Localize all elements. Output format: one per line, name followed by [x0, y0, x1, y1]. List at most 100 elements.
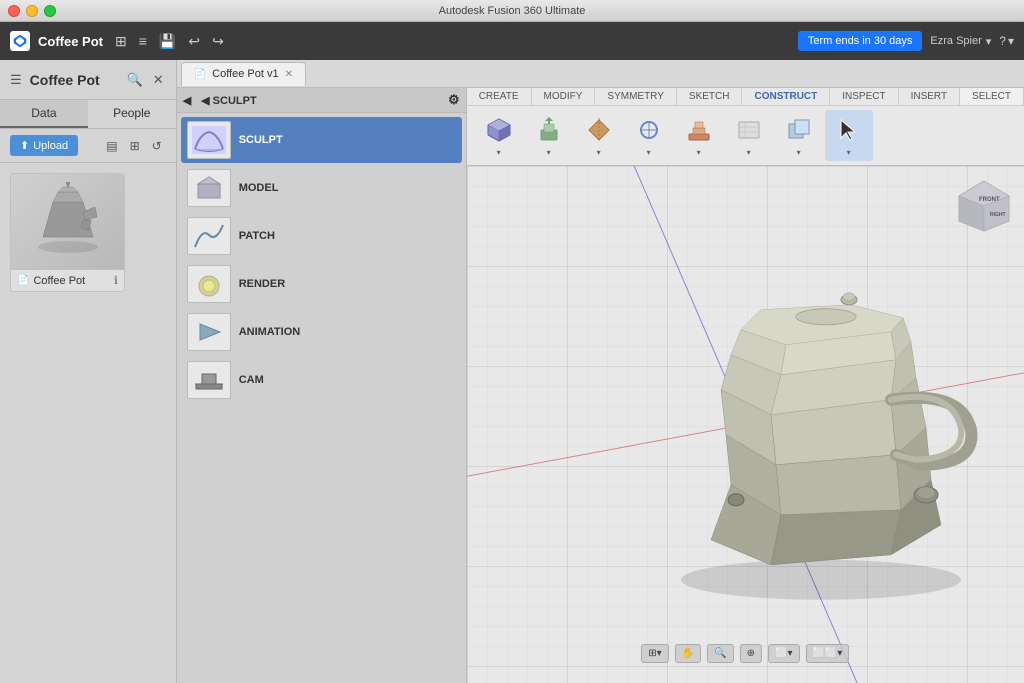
view-buttons: ▤ ⊞ ↺ [102, 137, 165, 155]
section-sketch[interactable]: SKETCH [677, 88, 743, 105]
pan-button[interactable]: ✋ [675, 644, 701, 663]
tool-construct[interactable]: ▾ [675, 110, 723, 161]
inspect-icon [733, 114, 765, 146]
symmetry-icon [583, 114, 615, 146]
tool-select[interactable]: ▾ [825, 110, 873, 161]
zoom-fit-button[interactable]: ⊕ [740, 644, 762, 663]
tool-create-box[interactable]: ▾ [475, 110, 523, 161]
viewport-cube[interactable]: FRONT RIGHT [954, 176, 1014, 236]
model-thumbnail [187, 169, 231, 207]
sidebar-back-icon[interactable]: ☰ [10, 72, 22, 88]
refresh-button[interactable]: ↺ [148, 137, 166, 155]
nav-toolbar[interactable]: ⊞ ≡ 💾 ↩ ↪ [111, 29, 228, 54]
section-construct[interactable]: CONSTRUCT [742, 88, 830, 105]
tab-people[interactable]: People [88, 100, 176, 128]
undo-icon[interactable]: ↩ [184, 29, 204, 54]
app-logo [10, 31, 30, 51]
view-menu-button[interactable]: ⬜▾ [768, 644, 799, 663]
render-thumbnail [187, 265, 231, 303]
close-button[interactable] [8, 5, 20, 17]
search-button[interactable]: 🔍 [125, 70, 145, 90]
cam-thumbnail [187, 361, 231, 399]
content-row: ◀ ◀ SCULPT ⚙ SCULPT [177, 88, 1024, 683]
canvas-area[interactable]: FRONT RIGHT ⊞▾ ✋ 🔍 ⊕ ⬜▾ ⬜⬜▾ [467, 166, 1024, 683]
grid-icon[interactable]: ⊞ [111, 29, 131, 54]
section-symmetry[interactable]: SYMMETRY [595, 88, 677, 105]
upload-button[interactable]: ⬆ Upload [10, 135, 78, 156]
section-insert[interactable]: INSERT [899, 88, 961, 105]
trial-button[interactable]: Term ends in 30 days [798, 31, 923, 51]
tool-sketch[interactable]: ▾ [625, 110, 673, 161]
left-sidebar: ☰ Coffee Pot 🔍 ✕ Data People ⬆ Upload ▤ … [0, 60, 177, 683]
dropdown-arrow: ▾ [697, 148, 701, 157]
workspace-render[interactable]: RENDER [181, 261, 462, 307]
workspace-sculpt[interactable]: SCULPT [181, 117, 462, 163]
tool-inspect[interactable]: ▾ [725, 110, 773, 161]
workspace-model[interactable]: MODEL [181, 165, 462, 211]
coffee-pot-model [631, 269, 1011, 614]
top-bar-left: Coffee Pot ⊞ ≡ 💾 ↩ ↪ [10, 29, 786, 54]
svg-text:FRONT: FRONT [979, 197, 1000, 203]
workspace-cam[interactable]: CAM [181, 357, 462, 403]
dropdown-arrow: ▾ [547, 148, 551, 157]
toolbar-canvas-column: CREATE MODIFY SYMMETRY SKETCH CONSTRUCT … [467, 88, 1024, 683]
dropdown-arrow: ▾ [597, 148, 601, 157]
user-menu[interactable]: Ezra Spier ▾ [930, 35, 991, 48]
model-svg [631, 269, 1011, 609]
top-bar: Coffee Pot ⊞ ≡ 💾 ↩ ↪ Term ends in 30 day… [0, 22, 1024, 60]
sketch-icon [633, 114, 665, 146]
main-toolbar: CREATE MODIFY SYMMETRY SKETCH CONSTRUCT … [467, 88, 1024, 166]
grid-menu-button[interactable]: ⊞▾ [641, 644, 668, 663]
workspace-panel: ◀ ◀ SCULPT ⚙ SCULPT [177, 88, 467, 683]
tab-data[interactable]: Data [0, 100, 88, 128]
construct-icon [683, 114, 715, 146]
tool-symmetry[interactable]: ▾ [575, 110, 623, 161]
section-modify[interactable]: MODIFY [532, 88, 596, 105]
file-thumbnail [11, 174, 124, 269]
app-container: ☰ Coffee Pot 🔍 ✕ Data People ⬆ Upload ▤ … [0, 60, 1024, 683]
main-content: ☰ Coffee Pot 🔍 ✕ Data People ⬆ Upload ▤ … [0, 60, 1024, 683]
section-select[interactable]: SELECT [960, 88, 1024, 105]
bottom-navigation: ⊞▾ ✋ 🔍 ⊕ ⬜▾ ⬜⬜▾ [641, 644, 849, 663]
file-info-button[interactable]: ℹ [114, 274, 118, 287]
help-button[interactable]: ? ▾ [999, 34, 1014, 48]
animation-thumbnail [187, 313, 231, 351]
tab-coffee-pot[interactable]: 📄 Coffee Pot v1 ✕ [181, 62, 306, 86]
sidebar-toolbar: ⬆ Upload ▤ ⊞ ↺ [0, 129, 176, 163]
title-bar: Autodesk Fusion 360 Ultimate [0, 0, 1024, 22]
settings-icon[interactable]: ⚙ [448, 92, 460, 108]
file-card-label: 📄 Coffee Pot ℹ [11, 269, 124, 291]
tool-modify-extrude[interactable]: ▾ [525, 110, 573, 161]
section-inspect[interactable]: INSPECT [830, 88, 898, 105]
upload-icon: ⬆ [20, 139, 29, 152]
minimize-button[interactable] [26, 5, 38, 17]
display-menu-button[interactable]: ⬜⬜▾ [805, 644, 849, 663]
sidebar-header: ☰ Coffee Pot 🔍 ✕ [0, 60, 176, 100]
dropdown-arrow: ▾ [497, 148, 501, 157]
list-view-button[interactable]: ▤ [102, 137, 121, 155]
app-title: Coffee Pot [38, 34, 103, 49]
tool-insert[interactable]: ▾ [775, 110, 823, 161]
redo-icon[interactable]: ↪ [208, 29, 228, 54]
toolbar-icons: ▾ [467, 106, 1024, 165]
close-button[interactable]: ✕ [151, 70, 166, 90]
file-card[interactable]: 📄 Coffee Pot ℹ [10, 173, 125, 292]
chevron-down-icon: ▾ [1008, 34, 1014, 48]
save-icon[interactable]: 💾 [155, 29, 180, 54]
workspace-panel-header: ◀ ◀ SCULPT ⚙ [177, 88, 466, 113]
box-icon [483, 114, 515, 146]
workspace-animation[interactable]: ANIMATION [181, 309, 462, 355]
zoom-button[interactable]: 🔍 [707, 644, 733, 663]
collapse-icon[interactable]: ◀ [183, 94, 191, 107]
grid-view-button[interactable]: ⊞ [126, 137, 144, 155]
tab-close-button[interactable]: ✕ [285, 69, 293, 80]
maximize-button[interactable] [44, 5, 56, 17]
workspace-patch[interactable]: PATCH [181, 213, 462, 259]
section-create[interactable]: CREATE [467, 88, 532, 105]
window-controls[interactable] [8, 5, 56, 17]
tab-icon: 📄 [194, 69, 206, 80]
sidebar-title: Coffee Pot [30, 72, 100, 88]
extrude-icon [533, 114, 565, 146]
toolbar-sections: CREATE MODIFY SYMMETRY SKETCH CONSTRUCT … [467, 88, 1024, 106]
menu-icon[interactable]: ≡ [135, 29, 151, 53]
